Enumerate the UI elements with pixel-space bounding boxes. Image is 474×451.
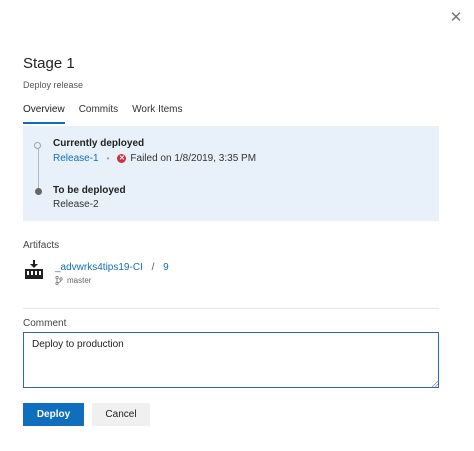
close-icon[interactable]: ✕ bbox=[446, 8, 466, 28]
dialog-title: Stage 1 bbox=[23, 55, 75, 72]
artifact-version-link[interactable]: 9 bbox=[163, 262, 169, 273]
timeline-line bbox=[38, 148, 39, 190]
timeline-dot-open-icon bbox=[34, 142, 41, 149]
section-divider bbox=[23, 308, 439, 309]
artifact-row: _advwrks4tips19-CI / 9 bbox=[55, 262, 169, 273]
deployment-status-text: Failed on 1/8/2019, 3:35 PM bbox=[130, 153, 257, 164]
overview-panel: Currently deployed Release-1 • ✕ Failed … bbox=[23, 126, 439, 221]
dialog-subtitle: Deploy release bbox=[23, 80, 84, 90]
branch-name: master bbox=[67, 276, 92, 285]
artifacts-heading: Artifacts bbox=[23, 240, 60, 251]
deploy-release-dialog: ✕ Stage 1 Deploy release Overview Commit… bbox=[0, 0, 474, 451]
comment-label: Comment bbox=[23, 318, 67, 329]
resize-grip-icon[interactable] bbox=[432, 381, 438, 387]
tab-overview[interactable]: Overview bbox=[23, 100, 65, 124]
artifact-branch: master bbox=[55, 276, 91, 285]
comment-textarea[interactable]: Deploy to production bbox=[23, 332, 439, 388]
current-release-row: Release-1 • ✕ Failed on 1/8/2019, 3:35 P… bbox=[53, 153, 256, 164]
x-circle-icon: ✕ bbox=[117, 154, 127, 163]
separator-dot: • bbox=[106, 154, 110, 163]
branch-icon bbox=[55, 276, 63, 285]
tab-work-items[interactable]: Work Items bbox=[132, 100, 182, 124]
timeline-dot-filled-icon bbox=[35, 188, 42, 195]
cancel-button[interactable]: Cancel bbox=[92, 403, 150, 426]
next-release-name: Release-2 bbox=[53, 199, 99, 210]
artifact-slash: / bbox=[151, 262, 155, 273]
currently-deployed-label: Currently deployed bbox=[53, 138, 145, 149]
current-release-link[interactable]: Release-1 bbox=[53, 153, 99, 164]
artifact-name-link[interactable]: _advwrks4tips19-CI bbox=[55, 262, 143, 273]
tab-commits[interactable]: Commits bbox=[79, 100, 118, 124]
to-be-deployed-label: To be deployed bbox=[53, 185, 126, 196]
build-artifact-icon bbox=[25, 260, 43, 279]
tab-bar: Overview Commits Work Items bbox=[23, 100, 197, 124]
deploy-button[interactable]: Deploy bbox=[23, 403, 84, 426]
